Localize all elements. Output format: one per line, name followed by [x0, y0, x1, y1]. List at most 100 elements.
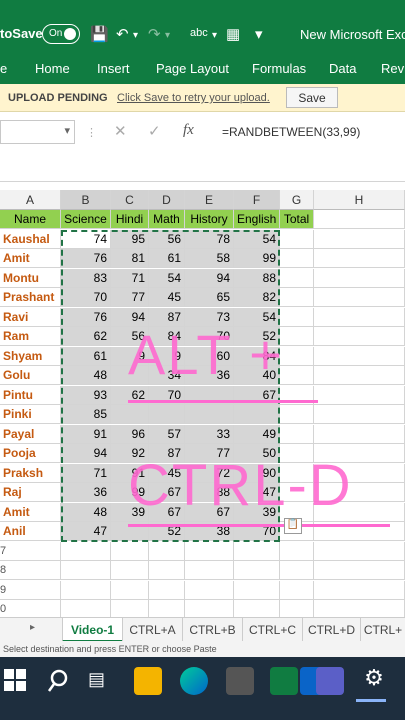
task-view-icon[interactable]: ▤ [88, 669, 116, 697]
row-name-cell[interactable]: Golu [0, 366, 61, 385]
paste-options-icon[interactable]: 📋 [284, 518, 302, 534]
score-cell[interactable]: 88 [234, 268, 280, 288]
column-header-a[interactable]: A [0, 190, 61, 210]
tab-ctrl-d[interactable]: CTRL+D [302, 618, 360, 642]
table-cell[interactable] [185, 541, 234, 561]
tab-data[interactable]: Data [329, 61, 356, 76]
table-cell[interactable] [314, 249, 405, 268]
table-cell[interactable] [314, 405, 405, 424]
qat-more-icon[interactable]: ▾ [255, 25, 263, 43]
cancel-icon[interactable]: ✕ [114, 122, 127, 140]
score-cell[interactable]: 71 [111, 268, 149, 288]
total-cell[interactable] [280, 249, 314, 268]
table-cell[interactable] [314, 561, 405, 580]
row-number[interactable]: 8 [0, 564, 10, 576]
store-icon[interactable] [226, 667, 254, 695]
total-cell[interactable] [280, 366, 314, 385]
table-cell[interactable] [234, 541, 280, 561]
table-cell[interactable] [280, 541, 314, 561]
score-cell[interactable]: 99 [234, 249, 280, 268]
table-cell[interactable] [314, 307, 405, 327]
undo-icon[interactable]: ↶ [116, 25, 129, 43]
row-name-cell[interactable]: Kaushal [0, 229, 61, 249]
redo-dropdown-icon[interactable]: ▾ [165, 30, 170, 41]
score-cell[interactable]: 77 [111, 288, 149, 307]
score-cell[interactable]: 91 [61, 424, 111, 444]
row-name-cell[interactable]: Prashant [0, 288, 61, 307]
score-cell[interactable]: 57 [149, 424, 185, 444]
table-cell[interactable] [314, 229, 405, 249]
windows-start-icon[interactable] [4, 669, 26, 691]
table-cell[interactable] [314, 210, 405, 229]
table-cell[interactable] [280, 561, 314, 580]
row-name-cell[interactable]: Amit [0, 502, 61, 522]
undo-dropdown-icon[interactable]: ▾ [133, 30, 138, 41]
tab-ctrl-c[interactable]: CTRL+C [242, 618, 302, 642]
formula-input[interactable]: =RANDBETWEEN(33,99) [222, 125, 360, 139]
score-cell[interactable]: 94 [61, 444, 111, 463]
row-name-cell[interactable]: Ravi [0, 307, 61, 327]
score-cell[interactable]: 94 [185, 268, 234, 288]
tab-insert[interactable]: Insert [97, 61, 130, 76]
row-name-cell[interactable]: Anil [0, 522, 61, 541]
tab-ctrl-next[interactable]: CTRL+ [360, 618, 405, 642]
total-cell[interactable] [280, 424, 314, 444]
row-name-cell[interactable]: Payal [0, 424, 61, 444]
table-cell[interactable] [314, 346, 405, 366]
retry-upload-link[interactable]: Click Save to retry your upload. [117, 92, 270, 104]
score-cell[interactable]: 61 [149, 249, 185, 268]
table-cell[interactable] [314, 327, 405, 346]
header-english[interactable]: English [234, 210, 280, 229]
row-name-cell[interactable]: Pinki [0, 405, 61, 424]
score-cell[interactable] [234, 405, 280, 424]
table-cell[interactable] [234, 561, 280, 580]
score-cell[interactable]: 48 [61, 502, 111, 522]
table-cell[interactable] [234, 580, 280, 600]
autosave-toggle[interactable]: On [42, 24, 80, 44]
score-cell[interactable]: 71 [61, 463, 111, 483]
score-cell[interactable]: 96 [111, 424, 149, 444]
header-history[interactable]: History [185, 210, 234, 229]
score-cell[interactable]: 56 [149, 229, 185, 249]
scroll-tabs-icon[interactable]: ▸ [30, 622, 35, 633]
score-cell[interactable]: 61 [61, 346, 111, 366]
row-name-cell[interactable]: Praksh [0, 463, 61, 483]
table-cell[interactable] [111, 561, 149, 580]
header-math[interactable]: Math [149, 210, 185, 229]
header-name[interactable]: Name [0, 210, 61, 229]
header-total[interactable]: Total [280, 210, 314, 229]
score-cell[interactable]: 76 [61, 249, 111, 268]
row-number[interactable]: 9 [0, 584, 10, 596]
table-cell[interactable] [185, 561, 234, 580]
tab-page-layout[interactable]: Page Layout [156, 61, 229, 76]
score-cell[interactable]: 85 [61, 405, 111, 424]
edge-icon[interactable] [180, 667, 208, 695]
table-cell[interactable] [314, 366, 405, 385]
tab-video-1[interactable]: Video-1 [62, 618, 122, 642]
score-cell[interactable]: 74 [61, 229, 111, 249]
save-icon[interactable]: 💾 [90, 25, 109, 43]
table-cell[interactable] [61, 580, 111, 600]
total-cell[interactable] [280, 288, 314, 307]
score-cell[interactable]: 36 [61, 483, 111, 502]
score-cell[interactable]: 48 [61, 366, 111, 385]
score-cell[interactable]: 95 [111, 229, 149, 249]
table-cell[interactable] [149, 580, 185, 600]
score-cell[interactable] [185, 405, 234, 424]
total-cell[interactable] [280, 268, 314, 288]
row-name-cell[interactable]: Montu [0, 268, 61, 288]
table-cell[interactable] [61, 541, 111, 561]
table-cell[interactable] [314, 268, 405, 288]
score-cell[interactable]: 83 [61, 268, 111, 288]
teams-icon[interactable] [316, 667, 344, 695]
file-explorer-icon[interactable] [134, 667, 162, 695]
total-cell[interactable] [280, 405, 314, 424]
column-header-c[interactable]: C [111, 190, 149, 210]
search-icon[interactable] [46, 667, 74, 695]
row-name-cell[interactable]: Amit [0, 249, 61, 268]
row-name-cell[interactable]: Pooja [0, 444, 61, 463]
column-header-e[interactable]: E [185, 190, 234, 210]
column-header-g[interactable]: G [280, 190, 314, 210]
score-cell[interactable]: 93 [61, 385, 111, 405]
more-options-icon[interactable]: ⋮ [86, 126, 97, 139]
